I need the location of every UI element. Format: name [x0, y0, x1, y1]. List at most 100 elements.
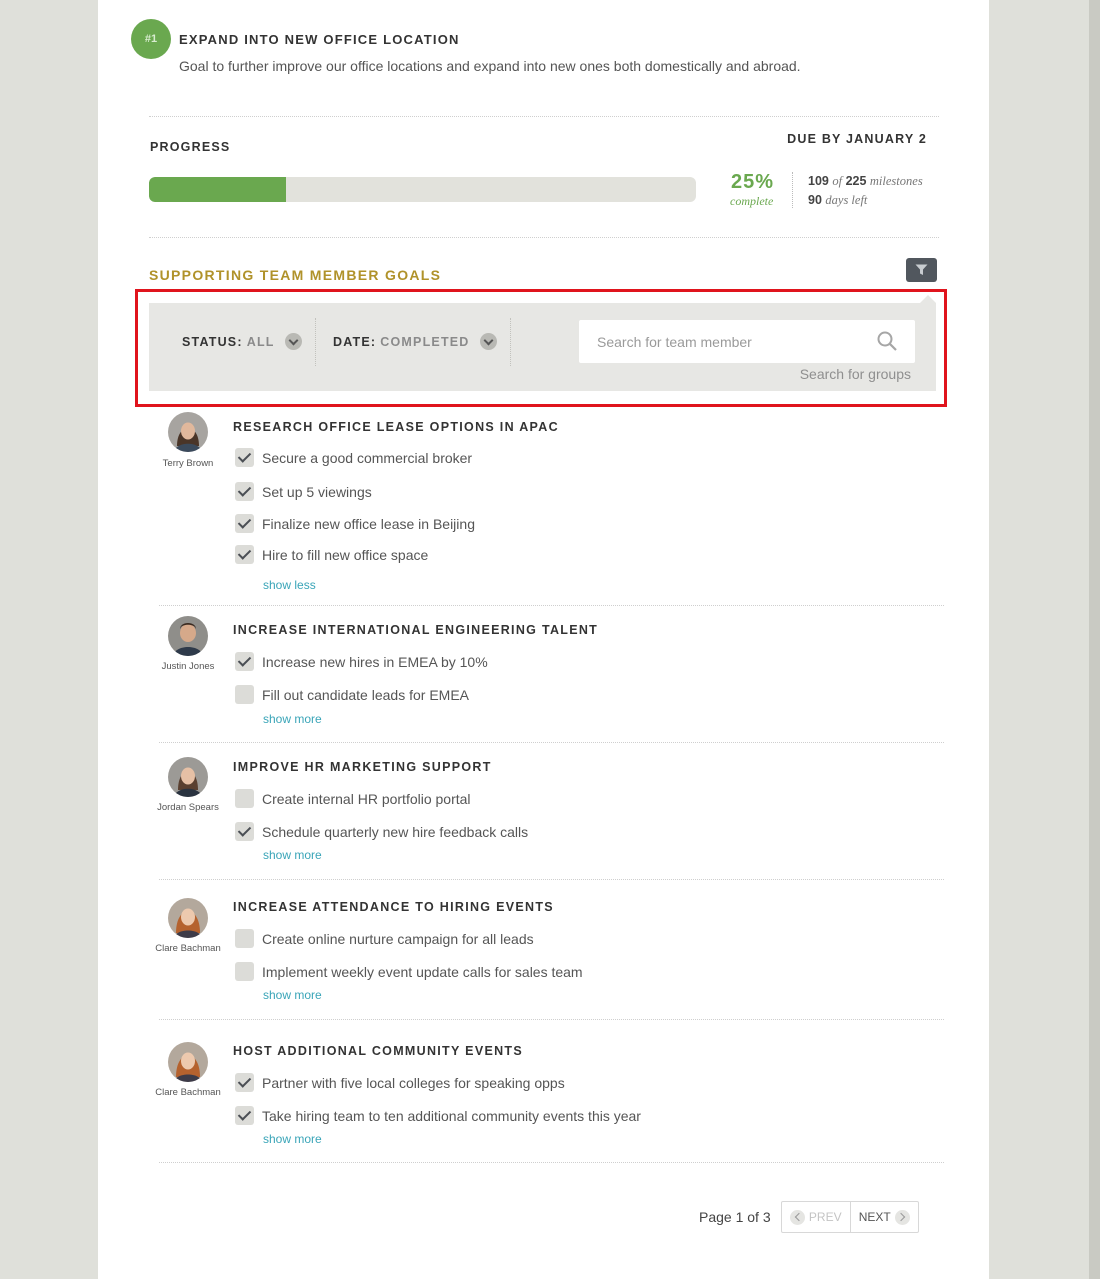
task-checkbox[interactable]: [235, 545, 254, 564]
prev-label: PREV: [808, 1210, 842, 1224]
team-goal-title[interactable]: INCREASE ATTENDANCE TO HIRING EVENTS: [233, 900, 554, 914]
task-item: Create internal HR portfolio portal: [235, 789, 471, 808]
task-item: Schedule quarterly new hire feedback cal…: [235, 822, 528, 841]
show-more-link[interactable]: show more: [263, 712, 322, 726]
days-left-value: 90: [808, 193, 822, 207]
milestones-of: of: [832, 174, 843, 188]
next-page-button[interactable]: NEXT: [851, 1202, 919, 1232]
avatar-photo: [168, 757, 208, 797]
task-item: Partner with five local colleges for spe…: [235, 1073, 565, 1092]
member-name: Jordan Spears: [157, 802, 219, 813]
pagination: PREV NEXT: [781, 1201, 919, 1233]
team-goal-title[interactable]: HOST ADDITIONAL COMMUNITY EVENTS: [233, 1044, 523, 1058]
window-edge: [1089, 0, 1100, 1279]
divider: [159, 1162, 944, 1163]
filter-button[interactable]: [906, 258, 937, 282]
team-goal-title[interactable]: RESEARCH OFFICE LEASE OPTIONS IN APAC: [233, 420, 559, 434]
avatar-photo: [168, 412, 208, 452]
days-left-label: days left: [825, 193, 868, 207]
goal-rank-badge: #1: [131, 19, 171, 59]
avatar-photo: [168, 898, 208, 938]
avatar: [168, 898, 208, 938]
milestones-done: 109: [808, 174, 829, 188]
task-item: Finalize new office lease in Beijing: [235, 514, 475, 533]
avatar-photo: [168, 1042, 208, 1082]
prev-page-button[interactable]: PREV: [782, 1202, 851, 1232]
milestones-label: milestones: [869, 174, 923, 188]
task-item: Create online nurture campaign for all l…: [235, 929, 534, 948]
divider: [149, 116, 939, 117]
task-checkbox[interactable]: [235, 929, 254, 948]
divider: [792, 172, 793, 208]
show-more-link[interactable]: show more: [263, 1132, 322, 1146]
goal-title: EXPAND INTO NEW OFFICE LOCATION: [179, 32, 460, 47]
days-left-stat: 90 days left: [808, 193, 867, 208]
task-checkbox[interactable]: [235, 514, 254, 533]
divider: [159, 1019, 944, 1020]
avatar: [168, 412, 208, 452]
task-checkbox[interactable]: [235, 822, 254, 841]
divider: [159, 742, 944, 743]
avatar: [168, 757, 208, 797]
page-indicator: Page 1 of 3: [699, 1209, 771, 1225]
member-name: Clare Bachman: [155, 1087, 221, 1098]
avatar-photo: [168, 616, 208, 656]
task-label: Implement weekly event update calls for …: [262, 963, 583, 980]
task-item: Fill out candidate leads for EMEA: [235, 685, 469, 704]
task-item: Take hiring team to ten additional commu…: [235, 1106, 641, 1125]
task-checkbox[interactable]: [235, 482, 254, 501]
task-item: Increase new hires in EMEA by 10%: [235, 652, 488, 671]
task-label: Fill out candidate leads for EMEA: [262, 686, 469, 703]
avatar: [168, 616, 208, 656]
task-item: Set up 5 viewings: [235, 482, 372, 501]
task-checkbox[interactable]: [235, 685, 254, 704]
show-more-link[interactable]: show more: [263, 848, 322, 862]
team-goal-title[interactable]: IMPROVE HR MARKETING SUPPORT: [233, 760, 492, 774]
task-item: Hire to fill new office space: [235, 545, 428, 564]
chevron-right-icon: [894, 1209, 910, 1225]
progress-bar: [149, 177, 696, 202]
chevron-left-icon: [789, 1209, 805, 1225]
task-label: Increase new hires in EMEA by 10%: [262, 653, 488, 670]
task-checkbox[interactable]: [235, 1106, 254, 1125]
task-label: Hire to fill new office space: [262, 546, 429, 563]
divider: [159, 605, 944, 606]
show-less-link[interactable]: show less: [263, 578, 316, 592]
progress-complete-label: complete: [730, 194, 774, 208]
goal-description: Goal to further improve our office locat…: [179, 58, 801, 74]
divider: [159, 879, 944, 880]
task-checkbox[interactable]: [235, 789, 254, 808]
task-label: Schedule quarterly new hire feedback cal…: [262, 823, 529, 840]
task-checkbox[interactable]: [235, 962, 254, 981]
next-label: NEXT: [858, 1210, 891, 1224]
milestones-stat: 109 of 225 milestones: [808, 174, 923, 189]
task-checkbox[interactable]: [235, 448, 254, 467]
task-checkbox[interactable]: [235, 652, 254, 671]
milestones-total: 225: [845, 174, 867, 188]
progress-percent: 25%: [731, 171, 775, 193]
due-date: DUE BY JANUARY 2: [787, 132, 927, 146]
filter-icon: [915, 264, 928, 275]
team-goal-title[interactable]: INCREASE INTERNATIONAL ENGINEERING TALEN…: [233, 623, 598, 637]
task-label: Partner with five local colleges for spe…: [262, 1074, 565, 1091]
member-name: Justin Jones: [161, 661, 215, 672]
supporting-goals-title: SUPPORTING TEAM MEMBER GOALS: [149, 267, 442, 283]
goal-detail-page: #1 EXPAND INTO NEW OFFICE LOCATION Goal …: [98, 0, 989, 1279]
progress-label: PROGRESS: [150, 140, 231, 154]
task-item: Implement weekly event update calls for …: [235, 962, 583, 981]
task-label: Finalize new office lease in Beijing: [262, 515, 475, 532]
task-label: Secure a good commercial broker: [262, 449, 473, 466]
task-label: Set up 5 viewings: [262, 483, 372, 500]
divider: [149, 237, 939, 238]
avatar: [168, 1042, 208, 1082]
member-name: Terry Brown: [162, 458, 214, 469]
task-checkbox[interactable]: [235, 1073, 254, 1092]
task-label: Create online nurture campaign for all l…: [262, 930, 534, 947]
task-label: Take hiring team to ten additional commu…: [262, 1107, 641, 1124]
filter-highlight-box: [135, 289, 947, 407]
show-more-link[interactable]: show more: [263, 988, 322, 1002]
task-label: Create internal HR portfolio portal: [262, 790, 471, 807]
member-name: Clare Bachman: [155, 943, 221, 954]
task-item: Secure a good commercial broker: [235, 448, 472, 467]
progress-bar-fill: [149, 177, 286, 202]
